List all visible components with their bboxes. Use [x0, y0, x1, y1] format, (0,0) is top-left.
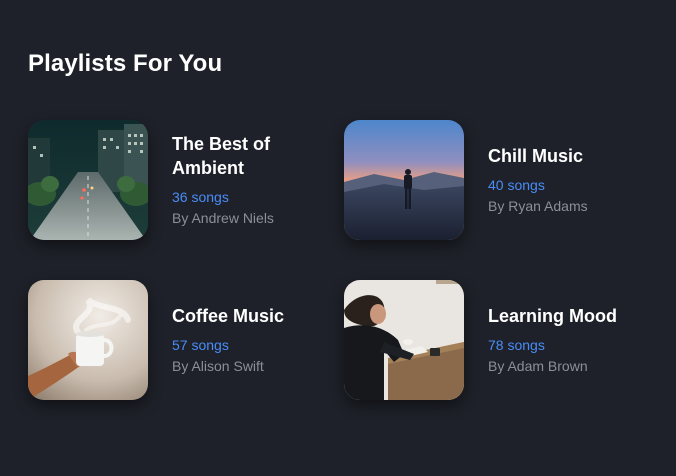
playlist-card-coffee-music[interactable]: Coffee Music 57 songs By Alison Swift: [28, 280, 328, 400]
playlist-cover-image[interactable]: [28, 280, 148, 400]
playlist-info: Coffee Music 57 songs By Alison Swift: [172, 304, 332, 375]
playlist-author: By Adam Brown: [488, 358, 588, 374]
playlist-title[interactable]: Coffee Music: [172, 304, 332, 328]
playlist-info: Chill Music 40 songs By Ryan Adams: [488, 144, 648, 215]
playlist-author: By Alison Swift: [172, 358, 264, 374]
playlist-cover-image[interactable]: [28, 120, 148, 240]
playlist-info: Learning Mood 78 songs By Adam Brown: [488, 304, 648, 375]
playlist-card-learning-mood[interactable]: Learning Mood 78 songs By Adam Brown: [344, 280, 644, 400]
section-title: Playlists For You: [28, 50, 223, 77]
sunset-silhouette-image: [344, 120, 464, 240]
playlist-song-count: 40 songs: [488, 177, 545, 193]
playlist-info: The Best of Ambient 36 songs By Andrew N…: [172, 132, 332, 227]
playlist-title[interactable]: The Best of Ambient: [172, 132, 332, 180]
playlist-title[interactable]: Learning Mood: [488, 304, 648, 328]
night-city-street-image: [28, 120, 148, 240]
playlist-author: By Andrew Niels: [172, 210, 274, 226]
playlist-author: By Ryan Adams: [488, 198, 588, 214]
playlist-card-chill-music[interactable]: Chill Music 40 songs By Ryan Adams: [344, 120, 644, 240]
playlist-card-the-best-of-ambient[interactable]: The Best of Ambient 36 songs By Andrew N…: [28, 120, 328, 240]
playlist-song-count: 36 songs: [172, 189, 229, 205]
playlist-cover-image[interactable]: [344, 120, 464, 240]
person-reading-image: [344, 280, 464, 400]
playlist-song-count: 78 songs: [488, 337, 545, 353]
playlist-cover-image[interactable]: [344, 280, 464, 400]
coffee-cup-image: [28, 280, 148, 400]
playlist-song-count: 57 songs: [172, 337, 229, 353]
playlist-title[interactable]: Chill Music: [488, 144, 648, 168]
